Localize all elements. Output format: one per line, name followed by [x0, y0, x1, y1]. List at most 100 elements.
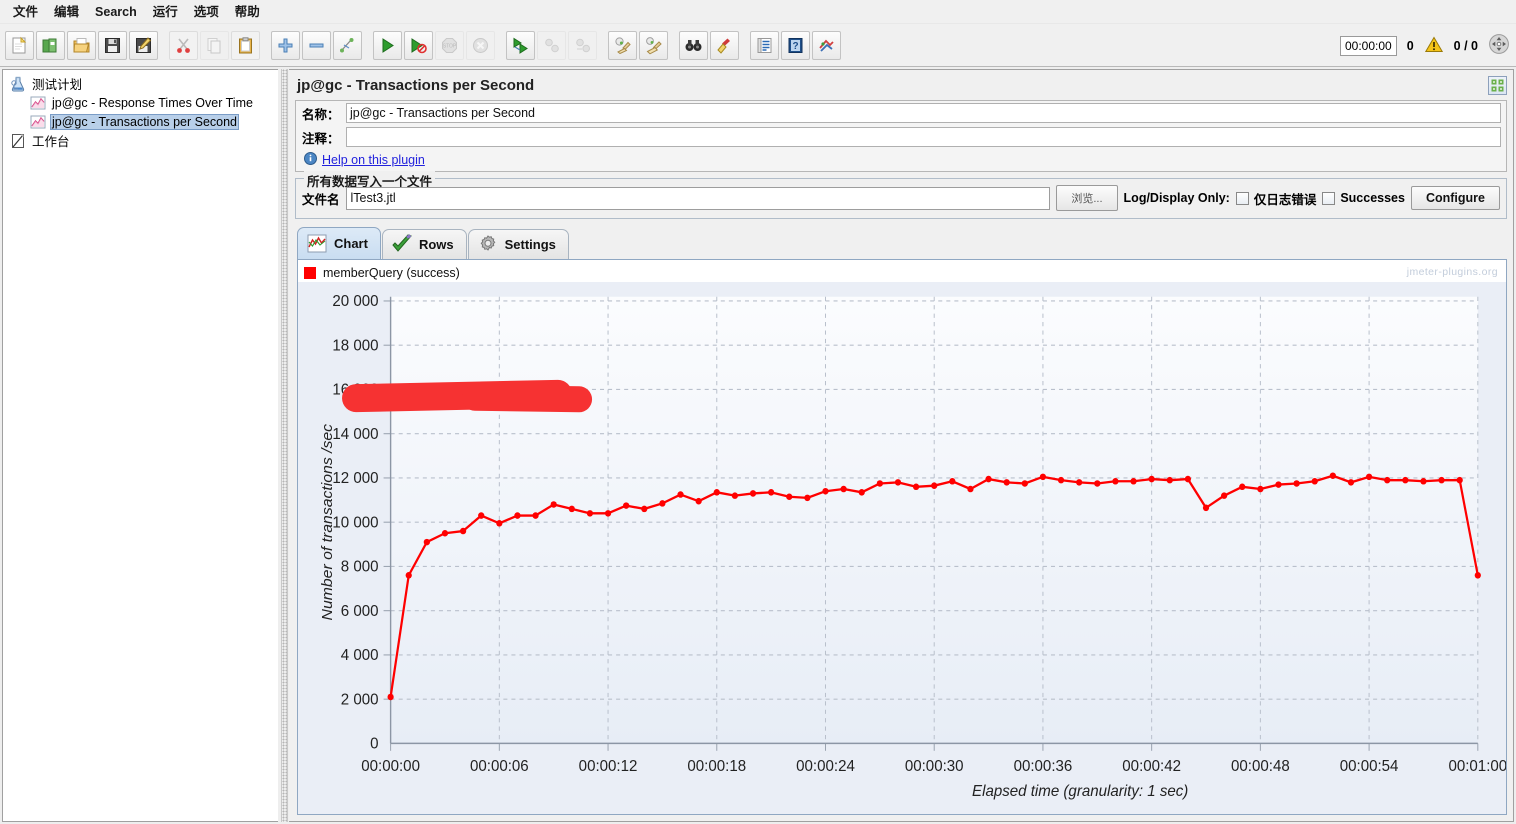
- line-chart-icon: [306, 232, 328, 254]
- tree-node-workbench[interactable]: 工作台: [7, 131, 278, 150]
- clipboard-paste-icon: [236, 36, 255, 55]
- tree-expand-handle-icon[interactable]: [11, 79, 20, 90]
- paste-button[interactable]: [231, 30, 260, 60]
- successes-label: Successes: [1340, 191, 1405, 205]
- elapsed-timer: 00:00:00: [1340, 35, 1397, 56]
- stop-button[interactable]: STOP: [435, 30, 464, 60]
- menu-item-run[interactable]: 运行: [146, 2, 185, 22]
- shutdown-x-icon: [471, 36, 490, 55]
- errors-only-label: 仅日志错误: [1253, 192, 1317, 207]
- svg-text:00:00:00: 00:00:00: [361, 758, 420, 775]
- toolbar-group-search: [678, 30, 740, 60]
- green-check-icon: [391, 233, 413, 255]
- tab-chart[interactable]: Chart: [297, 227, 381, 259]
- tree-node-test-plan[interactable]: 测试计划: [7, 74, 278, 93]
- help-button[interactable]: ?: [781, 30, 810, 60]
- main-split-pane: 测试计划 jp@gc - Response Times Over Time jp…: [0, 67, 1516, 824]
- svg-text:2 000: 2 000: [341, 691, 379, 708]
- toolbar-group-clear: [607, 30, 669, 60]
- browse-button[interactable]: 浏览...: [1056, 185, 1118, 211]
- expand-all-button[interactable]: [271, 30, 300, 60]
- stop-sign-icon: STOP: [440, 36, 459, 55]
- menu-item-help[interactable]: 帮助: [228, 2, 267, 22]
- start-button[interactable]: [373, 30, 402, 60]
- svg-text:00:00:30: 00:00:30: [905, 758, 964, 775]
- broom-clear-icon: [613, 36, 632, 55]
- copy-button[interactable]: [200, 30, 229, 60]
- open-button[interactable]: [67, 30, 96, 60]
- save-button[interactable]: [98, 30, 127, 60]
- plus-icon: [276, 36, 295, 55]
- start-remote-all-button[interactable]: [506, 30, 535, 60]
- warning-triangle-icon[interactable]: [1424, 35, 1444, 57]
- tree-node-label: 工作台: [32, 135, 70, 149]
- chart-legend: memberQuery (success): [298, 260, 1506, 280]
- info-icon: [304, 152, 317, 168]
- collapse-all-button[interactable]: [302, 30, 331, 60]
- chart-listener-icon: [29, 113, 47, 130]
- stop-remote-all-button[interactable]: [537, 30, 566, 60]
- listener-config-pane: jp@gc - Transactions per Second 名称： jp@g…: [289, 69, 1514, 822]
- puzzle-piece-icon[interactable]: [1488, 75, 1507, 95]
- split-pane-divider[interactable]: [278, 67, 289, 824]
- svg-text:4 000: 4 000: [341, 647, 379, 664]
- chart-plot-area[interactable]: 2 000 4 000 6 000 8 000 10 000 12 000 14 000 16…: [298, 282, 1506, 814]
- cut-button[interactable]: [169, 30, 198, 60]
- start-no-timers-button[interactable]: [404, 30, 433, 60]
- page-title: jp@gc - Transactions per Second: [297, 76, 535, 94]
- svg-text:16 000: 16 000: [332, 381, 378, 398]
- broom-yellow-icon: [715, 36, 734, 55]
- broom-clear-all-icon: [644, 36, 663, 55]
- filename-label: 文件名: [302, 192, 340, 207]
- shutdown-remote-all-button[interactable]: [568, 30, 597, 60]
- filename-input[interactable]: lTest3.jtl: [345, 186, 1051, 210]
- search-button[interactable]: [679, 30, 708, 60]
- toolbar-group-run: STOP: [372, 30, 496, 60]
- fit-view-icon[interactable]: [1488, 33, 1510, 58]
- menu-item-options[interactable]: 选项: [187, 2, 226, 22]
- transactions-per-second-chart[interactable]: 2 000 4 000 6 000 8 000 10 000 12 000 14 000 16…: [298, 282, 1506, 814]
- successes-checkbox[interactable]: Successes: [1322, 191, 1405, 205]
- configure-button[interactable]: Configure: [1410, 186, 1500, 210]
- toggle-button[interactable]: [333, 30, 362, 60]
- remote-start-icon: [511, 36, 530, 55]
- checkbox-box[interactable]: [1322, 191, 1336, 205]
- tree-node-response-times-over-time[interactable]: jp@gc - Response Times Over Time: [7, 93, 278, 112]
- binoculars-icon: [684, 36, 703, 55]
- function-helper-button[interactable]: [750, 30, 779, 60]
- active-threads-count: 0 / 0: [1453, 38, 1478, 53]
- toolbar-group-tree: [270, 30, 363, 60]
- errors-only-checkbox[interactable]: 仅日志错误: [1235, 189, 1317, 208]
- menu-item-file[interactable]: 文件: [6, 2, 45, 22]
- svg-text:00:01:00: 00:01:00: [1448, 758, 1506, 775]
- name-input[interactable]: jp@gc - Transactions per Second: [346, 103, 1501, 123]
- toggle-icon: [338, 36, 357, 55]
- clear-all-button[interactable]: [639, 30, 668, 60]
- save-as-button[interactable]: [129, 30, 158, 60]
- name-row: 名称： jp@gc - Transactions per Second: [296, 101, 1506, 125]
- comment-input[interactable]: [346, 127, 1501, 147]
- copy-icon: [205, 36, 224, 55]
- save-as-icon: [134, 36, 153, 55]
- log-display-only-label: Log/Display Only:: [1123, 191, 1230, 205]
- help-book-icon: ?: [786, 36, 805, 55]
- clear-button[interactable]: [608, 30, 637, 60]
- shutdown-button[interactable]: [466, 30, 495, 60]
- tab-label: Chart: [334, 235, 368, 251]
- templates-button[interactable]: [36, 30, 65, 60]
- tab-rows[interactable]: Rows: [381, 229, 467, 259]
- menu-item-edit[interactable]: 编辑: [47, 2, 86, 22]
- comment-label: 注释：: [302, 131, 340, 146]
- svg-text:6 000: 6 000: [341, 603, 379, 620]
- chart-listener-icon: [29, 94, 47, 111]
- new-document-button[interactable]: [5, 30, 34, 60]
- tree-node-transactions-per-second[interactable]: jp@gc - Transactions per Second: [7, 112, 278, 131]
- help-row: Help on this plugin: [296, 149, 1506, 171]
- checkbox-box[interactable]: [1235, 191, 1249, 205]
- search-reset-button[interactable]: [710, 30, 739, 60]
- help-on-plugin-link[interactable]: Help on this plugin: [322, 153, 425, 167]
- legend-color-swatch: [304, 267, 316, 279]
- plugins-manager-button[interactable]: [812, 30, 841, 60]
- tab-settings[interactable]: Settings: [467, 229, 569, 259]
- menu-item-search[interactable]: Search: [88, 2, 144, 22]
